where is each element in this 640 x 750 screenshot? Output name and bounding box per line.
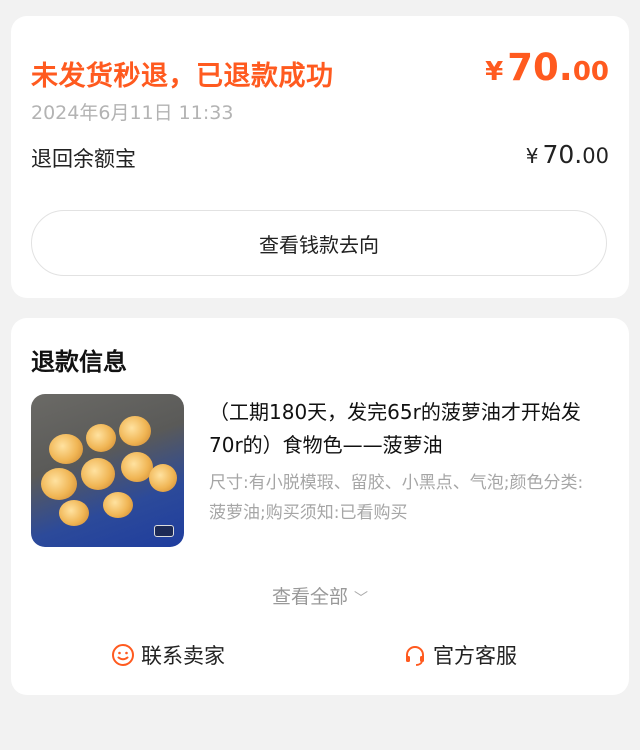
destination-amount-decimal: 00	[582, 144, 609, 168]
refund-status-text: 未发货秒退，已退款成功	[31, 61, 334, 92]
headset-icon	[406, 646, 424, 666]
chevron-down-icon: ﹀	[354, 591, 368, 607]
refund-summary-card: 未发货秒退，已退款成功 ¥70.00 2024年6月11日 11:33 退回余额…	[11, 16, 629, 298]
currency-symbol: ¥	[485, 57, 504, 87]
product-title[interactable]: （工期180天，发完65r的菠萝油才开始发70r的）食物色——菠萝油	[209, 396, 589, 462]
contact-seller-button[interactable]: 联系卖家	[111, 640, 225, 670]
customer-service-button[interactable]: 官方客服	[403, 640, 517, 670]
refund-amount-decimal: 00	[572, 57, 609, 87]
destination-amount-integer: 70.	[542, 140, 583, 169]
refund-info-card: 退款信息 （工期180天，发完65r的菠萝油才开始发70r的）食物色——菠萝油 …	[11, 318, 629, 695]
refund-time: 2024年6月11日 11:33	[31, 102, 234, 124]
view-all-label: 查看全部	[271, 586, 348, 608]
watermark-tag	[154, 525, 174, 537]
refund-amount-integer: 70.	[507, 46, 573, 89]
destination-amount: ¥70.00	[526, 140, 609, 169]
track-money-button[interactable]: 查看钱款去向	[31, 210, 607, 276]
currency-symbol: ¥	[525, 144, 539, 168]
refund-destination: 退回余额宝	[31, 147, 136, 171]
section-title: 退款信息	[31, 348, 127, 376]
refund-amount: ¥70.00	[485, 46, 609, 89]
chat-smile-icon	[112, 644, 134, 666]
product-thumbnail[interactable]	[31, 394, 184, 547]
contact-seller-label: 联系卖家	[141, 644, 225, 668]
product-spec: 尺寸:有小脱模瑕、留胶、小黑点、气泡;颜色分类:菠萝油;购买须知:已看购买	[209, 473, 584, 523]
customer-service-label: 官方客服	[433, 644, 517, 668]
view-all-link[interactable]: 查看全部 ﹀	[11, 582, 629, 609]
